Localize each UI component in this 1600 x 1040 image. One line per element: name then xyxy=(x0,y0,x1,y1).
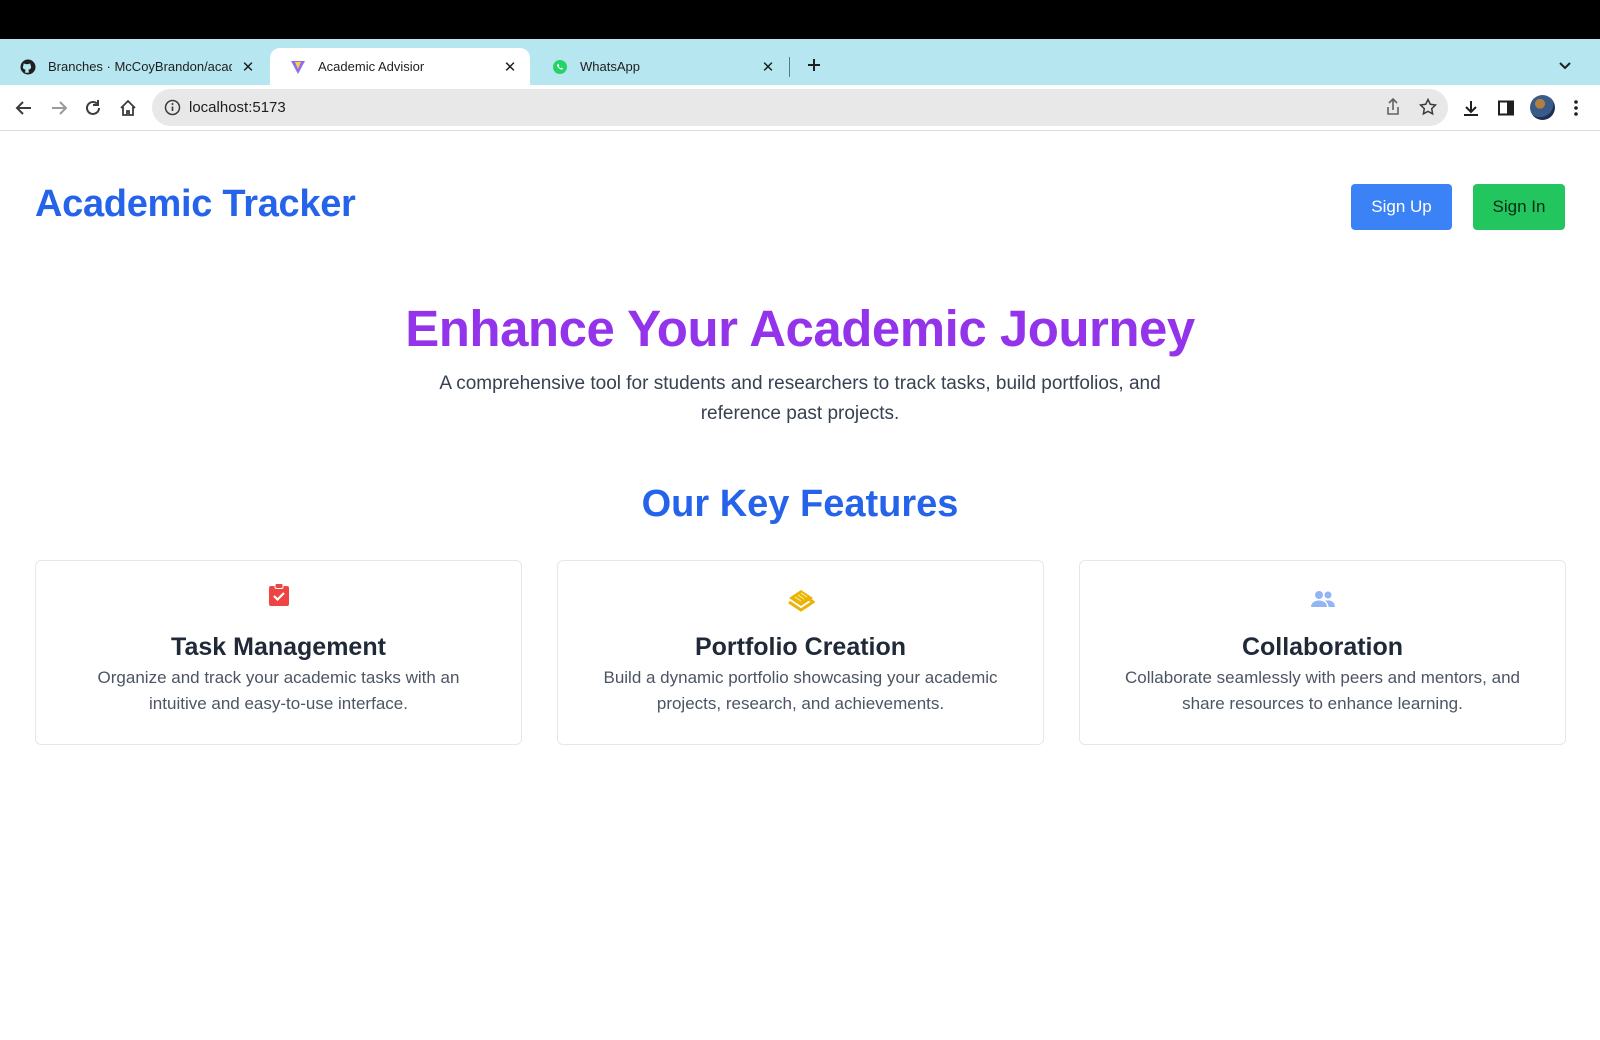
back-arrow-icon[interactable] xyxy=(12,96,36,120)
side-panel-icon[interactable] xyxy=(1494,96,1518,120)
page-content: Academic Tracker Sign Up Sign In Enhance… xyxy=(0,131,1600,1040)
screen-top-bar xyxy=(0,0,1600,39)
tab-title: Academic Advisior xyxy=(318,59,425,74)
tab-search-chevron-icon[interactable] xyxy=(1556,56,1574,74)
users-icon xyxy=(1080,590,1565,608)
vite-icon xyxy=(290,59,306,75)
close-tab-icon[interactable]: ✕ xyxy=(502,59,518,76)
reload-icon[interactable] xyxy=(81,96,105,120)
feature-card-portfolio-creation: Portfolio Creation Build a dynamic portf… xyxy=(557,560,1044,745)
share-icon[interactable] xyxy=(1384,97,1402,116)
home-icon[interactable] xyxy=(116,96,140,120)
download-icon[interactable] xyxy=(1459,96,1483,120)
hero-title: Enhance Your Academic Journey xyxy=(405,300,1195,357)
tab-academic-advisior[interactable]: Academic Advisior ✕ xyxy=(270,48,530,85)
feature-description: Build a dynamic portfolio showcasing you… xyxy=(603,668,998,713)
whatsapp-icon xyxy=(552,59,568,75)
close-tab-icon[interactable]: ✕ xyxy=(760,59,776,76)
site-info-icon[interactable] xyxy=(164,99,181,116)
feature-card-collaboration: Collaboration Collaborate seamlessly wit… xyxy=(1079,560,1566,745)
layers-icon xyxy=(558,588,1043,612)
brand-title[interactable]: Academic Tracker xyxy=(35,183,356,226)
hero-subtitle: A comprehensive tool for students and re… xyxy=(439,373,1161,424)
more-menu-icon[interactable] xyxy=(1564,96,1588,120)
sign-up-button[interactable]: Sign Up xyxy=(1351,184,1452,230)
tab-strip: Branches · McCoyBrandon/academic ✕ Acade… xyxy=(0,39,1600,85)
sign-in-button[interactable]: Sign In xyxy=(1473,184,1565,230)
tab-whatsapp[interactable]: WhatsApp ✕ xyxy=(532,48,788,85)
tab-separator xyxy=(789,57,790,77)
tab-title: Branches · McCoyBrandon/academic xyxy=(48,59,232,74)
tab-github-branches[interactable]: Branches · McCoyBrandon/academic ✕ xyxy=(0,48,268,85)
feature-card-task-management: Task Management Organize and track your … xyxy=(35,560,522,745)
forward-arrow-icon[interactable] xyxy=(47,96,71,120)
bookmark-star-icon[interactable] xyxy=(1418,97,1438,116)
features-heading: Our Key Features xyxy=(641,483,959,525)
clipboard-check-icon xyxy=(36,583,521,607)
address-bar[interactable]: localhost:5173 xyxy=(152,89,1448,126)
url-text[interactable]: localhost:5173 xyxy=(189,99,286,116)
feature-title: Portfolio Creation xyxy=(694,633,907,661)
feature-description: Organize and track your academic tasks w… xyxy=(97,668,460,713)
profile-avatar[interactable] xyxy=(1530,95,1555,120)
feature-title: Collaboration xyxy=(1241,633,1404,661)
github-icon xyxy=(20,59,36,75)
browser-toolbar: localhost:5173 xyxy=(0,85,1600,131)
close-tab-icon[interactable]: ✕ xyxy=(240,59,256,76)
feature-title: Task Management xyxy=(171,633,386,661)
new-tab-button[interactable] xyxy=(803,54,825,76)
feature-description: Collaborate seamlessly with peers and me… xyxy=(1125,668,1520,713)
tab-title: WhatsApp xyxy=(580,59,640,74)
